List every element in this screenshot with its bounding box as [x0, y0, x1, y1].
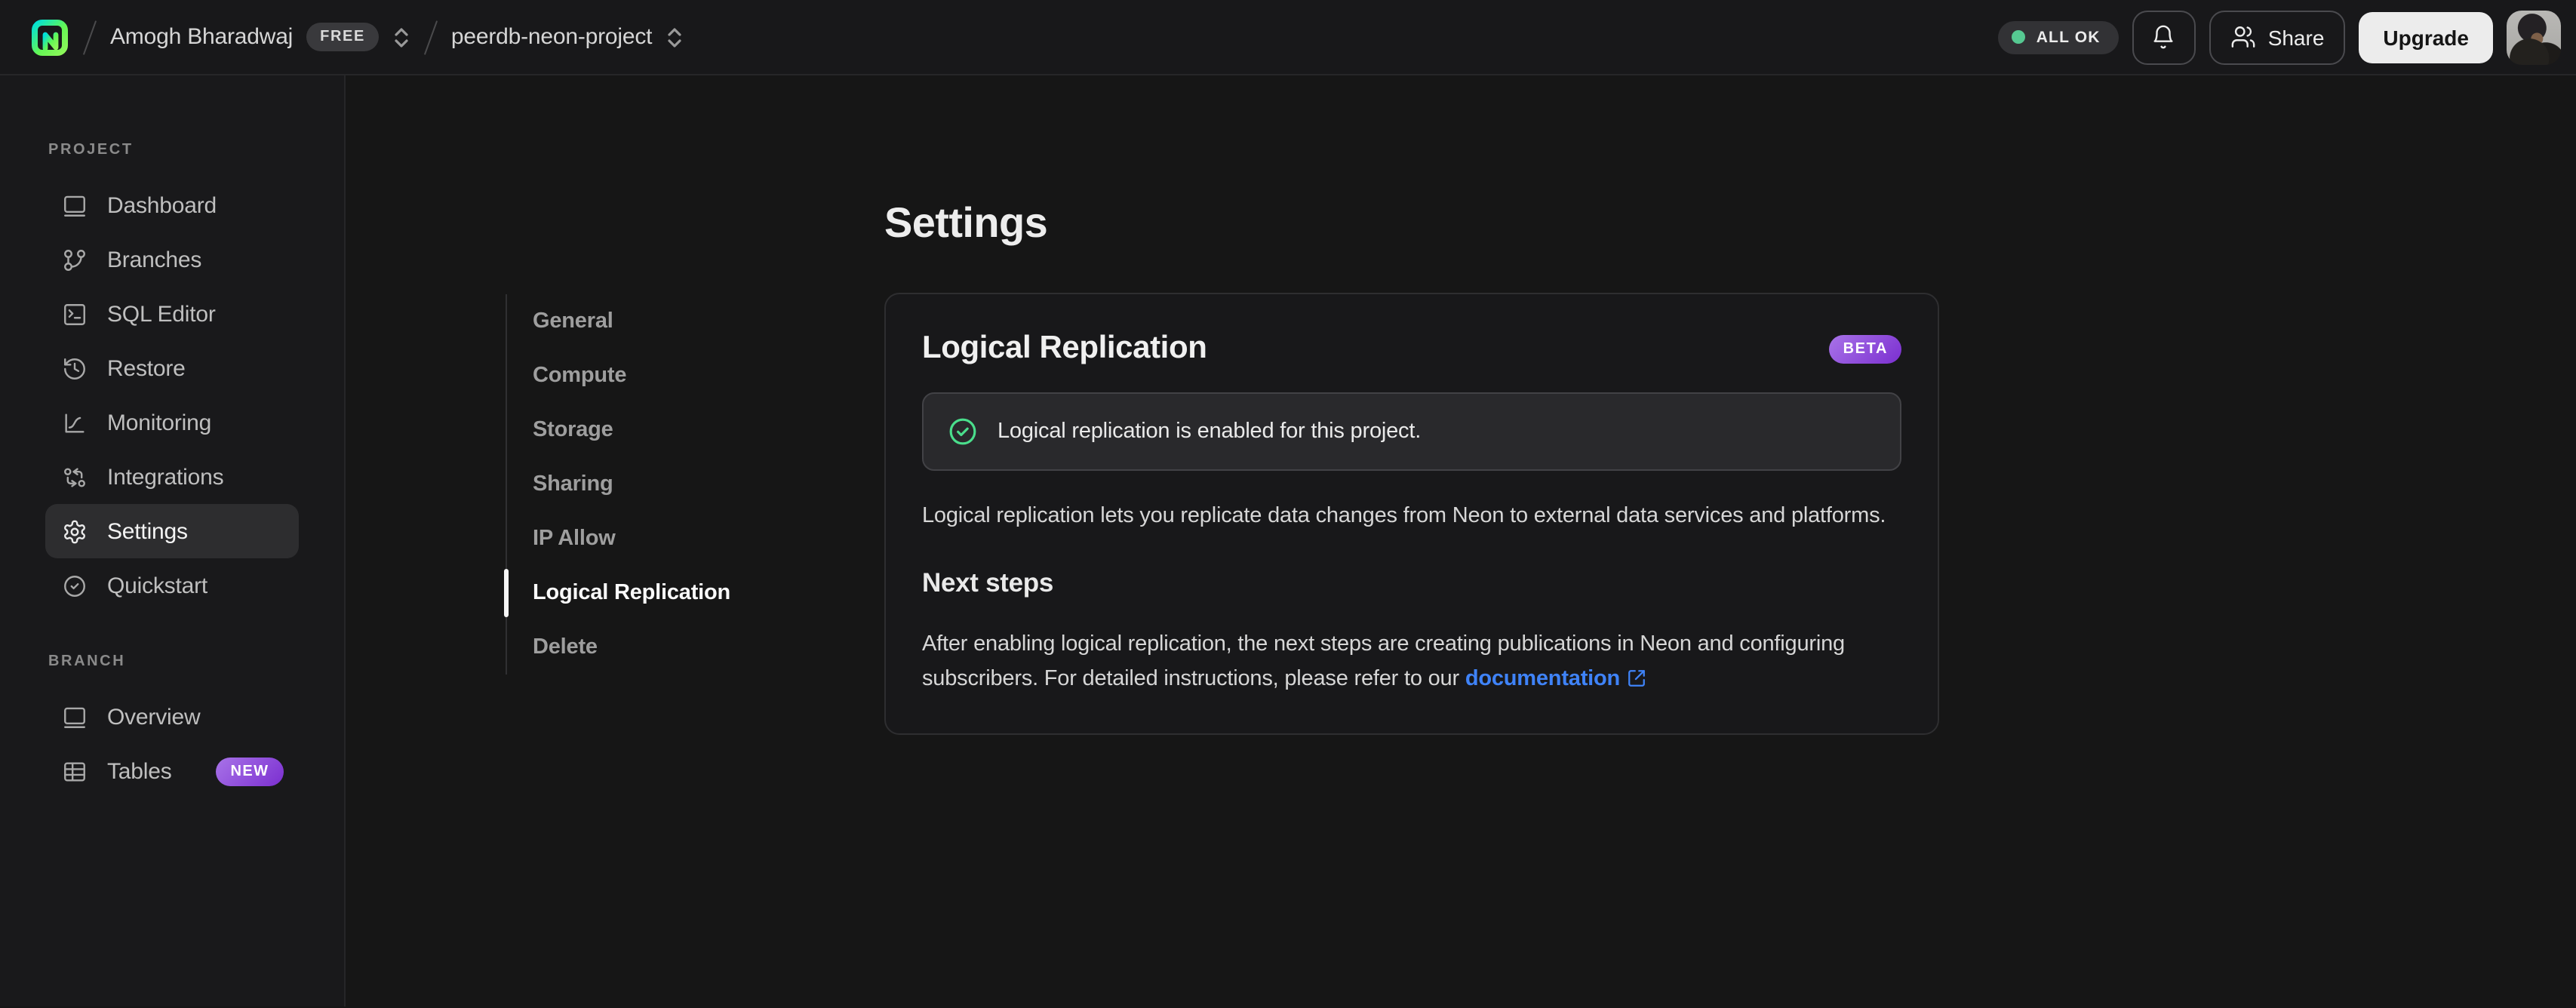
- sidebar-item-label: Overview: [107, 704, 201, 730]
- sidebar-item-label: Branches: [107, 247, 202, 272]
- sidebar-item-quickstart[interactable]: Quickstart: [45, 558, 299, 613]
- sidebar-item-label: Tables: [107, 758, 172, 784]
- description-text: Logical replication lets you replicate d…: [922, 504, 1886, 528]
- org-selector[interactable]: Amogh Bharadwaj FREE: [110, 23, 410, 51]
- breadcrumb-divider: [82, 20, 97, 54]
- sidebar-item-label: Integrations: [107, 464, 224, 490]
- sidebar-item-label: Restore: [107, 355, 186, 381]
- chevron-updown-icon: [395, 27, 408, 47]
- main-panel: Settings Logical Replication BETA Logica…: [884, 199, 1939, 735]
- alert-text: Logical replication is enabled for this …: [998, 419, 1422, 444]
- project-section-label: PROJECT: [48, 142, 134, 158]
- status-badge-label: ALL OK: [2036, 28, 2101, 46]
- avatar[interactable]: [2507, 10, 2561, 64]
- breadcrumb-divider: [423, 20, 438, 54]
- sidebar-item-sql-editor[interactable]: SQL Editor: [45, 287, 299, 341]
- gear-icon: [64, 519, 85, 543]
- upgrade-button[interactable]: Upgrade: [2359, 11, 2493, 63]
- new-badge: NEW: [215, 757, 284, 785]
- sidebar-item-settings[interactable]: Settings: [45, 504, 299, 558]
- neon-logo-icon: [32, 19, 68, 55]
- notifications-button[interactable]: [2132, 10, 2196, 64]
- beta-badge: BETA: [1829, 334, 1901, 363]
- subnav-item-sharing[interactable]: Sharing: [507, 457, 730, 512]
- sidebar-item-integrations[interactable]: Integrations: [45, 450, 299, 504]
- subnav-item-delete[interactable]: Delete: [507, 620, 730, 675]
- card-title: Logical Replication: [922, 330, 1207, 365]
- subnav-item-general[interactable]: General: [507, 294, 730, 349]
- integrations-icon: [64, 467, 85, 487]
- subnav-item-logical-replication[interactable]: Logical Replication: [503, 566, 730, 620]
- neon-console: Amogh Bharadwaj FREE peerdb-neon-project…: [0, 0, 2576, 1008]
- sidebar-item-restore[interactable]: Restore: [45, 341, 299, 395]
- sidebar-item-tables[interactable]: Tables NEW: [45, 744, 299, 798]
- table-icon: [64, 761, 85, 781]
- settings-subnav: General Compute Storage Sharing IP Allow…: [503, 294, 730, 675]
- sidebar: PROJECT Dashboard Branches SQL Editor Re…: [0, 75, 346, 1006]
- sidebar-item-branches[interactable]: Branches: [45, 232, 299, 287]
- git-branch-icon: [64, 249, 85, 270]
- status-badge[interactable]: ALL OK: [1998, 20, 2119, 54]
- bell-icon: [2154, 25, 2174, 49]
- header-actions: ALL OK Share Upgrade: [1998, 10, 2561, 64]
- sidebar-item-dashboard[interactable]: Dashboard: [45, 178, 299, 232]
- next-steps-title: Next steps: [922, 567, 1054, 598]
- project-selector[interactable]: peerdb-neon-project: [451, 24, 684, 50]
- subnav-item-compute[interactable]: Compute: [507, 349, 730, 403]
- subnav-item-storage[interactable]: Storage: [507, 403, 730, 457]
- chevron-updown-icon: [668, 27, 681, 47]
- next-steps-text-body: After enabling logical replication, the …: [922, 632, 1845, 691]
- share-button-label: Share: [2267, 25, 2325, 49]
- sidebar-item-overview[interactable]: Overview: [45, 690, 299, 744]
- page-body: PROJECT Dashboard Branches SQL Editor Re…: [0, 75, 2576, 1006]
- share-button[interactable]: Share: [2209, 10, 2346, 64]
- neon-logo[interactable]: [30, 17, 69, 57]
- terminal-icon: [64, 303, 85, 324]
- check-circle-icon: [64, 575, 85, 596]
- org-name: Amogh Bharadwaj: [110, 24, 294, 50]
- sidebar-item-monitoring[interactable]: Monitoring: [45, 395, 299, 450]
- plan-badge: FREE: [306, 23, 379, 51]
- status-dot-icon: [2012, 30, 2026, 44]
- card-header: Logical Replication BETA: [922, 330, 1901, 367]
- enabled-alert: Logical replication is enabled for this …: [922, 392, 1901, 471]
- branch-section-label: BRANCH: [48, 653, 126, 670]
- content-area: General Compute Storage Sharing IP Allow…: [346, 75, 2576, 1006]
- check-circle-icon: [949, 418, 976, 445]
- dashboard-icon: [64, 195, 85, 216]
- project-name: peerdb-neon-project: [450, 24, 653, 50]
- top-header: Amogh Bharadwaj FREE peerdb-neon-project…: [0, 0, 2576, 75]
- sidebar-item-label: Settings: [107, 518, 188, 544]
- documentation-link-label: documentation: [1465, 667, 1621, 691]
- window-icon: [64, 706, 85, 727]
- subnav-item-ip-allow[interactable]: IP Allow: [507, 512, 730, 566]
- sidebar-item-label: Monitoring: [107, 410, 212, 435]
- documentation-link[interactable]: documentation: [1465, 667, 1646, 691]
- branch-nav: Overview Tables NEW: [0, 690, 344, 798]
- page-title: Settings: [884, 199, 1048, 246]
- chart-icon: [65, 413, 85, 432]
- project-nav: Dashboard Branches SQL Editor Restore Mo…: [0, 178, 344, 613]
- logical-replication-card: Logical Replication BETA Logical replica…: [884, 293, 1939, 735]
- sidebar-item-label: Dashboard: [107, 192, 217, 218]
- next-steps-text: After enabling logical replication, the …: [922, 628, 1901, 697]
- users-icon: [2231, 26, 2255, 48]
- sidebar-item-label: SQL Editor: [107, 301, 216, 327]
- external-link-icon: [1628, 670, 1644, 687]
- breadcrumb: Amogh Bharadwaj FREE peerdb-neon-project: [30, 17, 684, 57]
- history-icon: [64, 358, 85, 379]
- sidebar-item-label: Quickstart: [107, 573, 208, 598]
